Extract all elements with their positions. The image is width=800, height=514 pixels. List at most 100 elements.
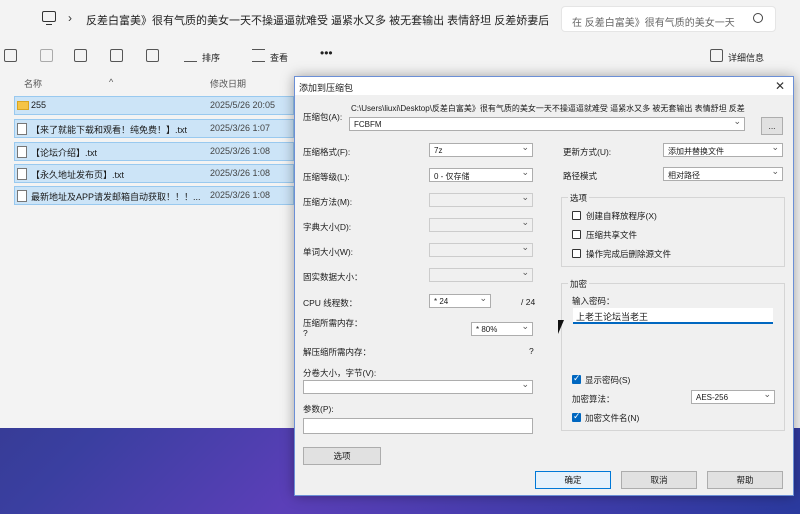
cpu-threads-label: CPU 线程数： [303, 298, 358, 308]
show-password-label: 显示密码(S) [585, 375, 631, 385]
cancel-button[interactable]: 取消 [621, 471, 697, 489]
mem-decomp-label: 解压缩所需内存： [303, 347, 372, 357]
paste-icon[interactable] [40, 49, 53, 62]
file-name: 最新地址及APP请发邮箱自动获取！！！... [31, 192, 201, 202]
split-size-combo[interactable] [303, 380, 533, 394]
list-item[interactable]: 最新地址及APP请发邮箱自动获取！！！... 2025/3/26 1:08 [14, 186, 294, 205]
mem-decomp-value: ? [529, 346, 534, 356]
archive-name-value: FCBFM [354, 120, 382, 129]
sort-button[interactable]: 排序 [202, 51, 220, 64]
word-size-label: 单词大小(W): [303, 247, 354, 257]
file-name: 【论坛介绍】.txt [31, 148, 98, 158]
list-item[interactable]: 【论坛介绍】.txt 2025/3/26 1:08 [14, 142, 294, 161]
mem-comp-percent: * 80% [476, 325, 498, 334]
file-date: 2025/3/26 1:08 [210, 168, 271, 178]
cpu-threads-max: / 24 [521, 297, 536, 307]
shared-files-checkbox[interactable] [572, 230, 581, 239]
show-password-checkbox[interactable] [572, 373, 581, 384]
ok-button[interactable]: 确定 [535, 471, 611, 489]
update-mode-select[interactable]: 添加并替换文件 [663, 143, 783, 157]
copy-icon[interactable] [4, 49, 17, 62]
details-button[interactable]: 详细信息 [728, 51, 764, 64]
path-mode-select[interactable]: 相对路径 [663, 167, 783, 181]
format-select[interactable]: 7z [429, 143, 533, 157]
cpu-threads-select[interactable]: * 24 [429, 294, 491, 308]
view-icon[interactable] [252, 49, 265, 62]
delete-icon[interactable] [146, 49, 159, 62]
close-icon[interactable]: ✕ [775, 79, 785, 93]
more-options-icon[interactable]: ••• [320, 46, 333, 60]
folder-icon [17, 101, 29, 110]
text-file-icon [17, 168, 27, 180]
options-group: 选项 创建自释放程序(X) 压缩共享文件 操作完成后删除源文件 [561, 192, 785, 267]
mem-comp-select[interactable]: * 80% [471, 322, 533, 336]
command-bar: 排序 查看 ••• 详细信息 [0, 42, 800, 70]
dict-size-select[interactable] [429, 218, 533, 232]
view-button[interactable]: 查看 [270, 51, 288, 64]
archive-path: C:\Users\liuxi\Desktop\反差白富美》很有气质的美女一天不操… [351, 104, 745, 113]
column-date[interactable]: 修改日期 [210, 77, 246, 90]
solid-size-select[interactable] [429, 268, 533, 282]
details-pane-icon[interactable] [710, 49, 723, 62]
breadcrumb[interactable]: 反差白富美》很有气质的美女一天不操逼逼就难受 逼紧水又多 被无套输出 表情舒坦 … [86, 12, 548, 28]
browse-button[interactable]: ... [761, 117, 783, 135]
path-mode-value: 相对路径 [668, 171, 700, 180]
method-select[interactable] [429, 193, 533, 207]
column-name[interactable]: 名称 [24, 77, 42, 90]
delete-after-checkbox[interactable] [572, 249, 581, 258]
mouse-pointer-icon [558, 320, 564, 334]
sort-caret-icon: ^ [109, 77, 114, 87]
encryption-method-value: AES-256 [696, 393, 729, 402]
address-bar: › 反差白富美》很有气质的美女一天不操逼逼就难受 逼紧水又多 被无套输出 表情舒… [0, 0, 800, 38]
this-pc-icon[interactable] [42, 11, 56, 25]
encryption-method-select[interactable]: AES-256 [691, 390, 775, 404]
level-label: 压缩等级(L): [303, 172, 350, 182]
rename-icon[interactable] [74, 49, 87, 62]
list-item[interactable]: 【来了就能下载和观看！纯免费！】.txt 2025/3/26 1:07 [14, 119, 294, 138]
shared-files-label: 压缩共享文件 [586, 230, 638, 240]
archive-label: 压缩包(A): [303, 112, 343, 122]
sort-icon[interactable] [184, 49, 197, 62]
archive-name-combo[interactable]: FCBFM [349, 117, 745, 131]
mem-comp-label: 压缩所需内存： [303, 318, 363, 328]
update-mode-label: 更新方式(U): [563, 147, 612, 157]
solid-size-label: 固实数据大小： [303, 272, 363, 282]
search-box[interactable]: 在 反差白富美》很有气质的美女一天 [561, 6, 776, 32]
list-item[interactable]: 【永久地址发布页】.txt 2025/3/26 1:08 [14, 164, 294, 183]
text-file-icon [17, 190, 27, 202]
encrypt-names-label: 加密文件名(N) [585, 413, 640, 423]
chevron-right-icon[interactable]: › [68, 11, 72, 25]
params-input[interactable] [303, 418, 533, 434]
search-icon[interactable] [753, 13, 763, 23]
list-item[interactable]: 255 2025/5/26 20:05 [14, 96, 294, 115]
add-to-archive-dialog: 添加到压缩包 ✕ 压缩包(A): C:\Users\liuxi\Desktop\… [294, 76, 794, 496]
password-label: 输入密码： [572, 296, 615, 306]
file-date: 2025/3/26 1:08 [210, 190, 271, 200]
dialog-titlebar: 添加到压缩包 ✕ [295, 77, 793, 95]
password-input[interactable]: 上老王论坛当老王 [573, 308, 773, 324]
options-button[interactable]: 选项 [303, 447, 381, 465]
encrypt-names-checkbox[interactable] [572, 411, 581, 422]
share-icon[interactable] [110, 49, 123, 62]
sfx-checkbox[interactable] [572, 211, 581, 220]
file-name: 【来了就能下载和观看！纯免费！】.txt [31, 125, 188, 135]
delete-after-label: 操作完成后删除源文件 [586, 249, 672, 259]
encryption-group-title: 加密 [568, 278, 590, 290]
dict-size-label: 字典大小(D): [303, 222, 352, 232]
file-date: 2025/5/26 20:05 [210, 100, 276, 110]
encryption-group: 加密 输入密码： [561, 278, 785, 431]
mem-comp-value: ? [303, 328, 308, 338]
sfx-label: 创建自释放程序(X) [586, 211, 657, 221]
file-date: 2025/3/26 1:07 [210, 123, 271, 133]
help-button[interactable]: 帮助 [707, 471, 783, 489]
dialog-title: 添加到压缩包 [299, 83, 354, 93]
level-select[interactable]: 0 - 仅存储 [429, 168, 533, 182]
file-date: 2025/3/26 1:08 [210, 146, 271, 156]
cpu-threads-value: * 24 [434, 297, 449, 306]
update-mode-value: 添加并替换文件 [668, 147, 724, 156]
word-size-select[interactable] [429, 243, 533, 257]
search-placeholder: 在 反差白富美》很有气质的美女一天 [572, 18, 735, 29]
split-size-label: 分卷大小，字节(V): [303, 368, 377, 378]
options-group-title: 选项 [568, 192, 590, 204]
file-name: 255 [31, 100, 47, 110]
